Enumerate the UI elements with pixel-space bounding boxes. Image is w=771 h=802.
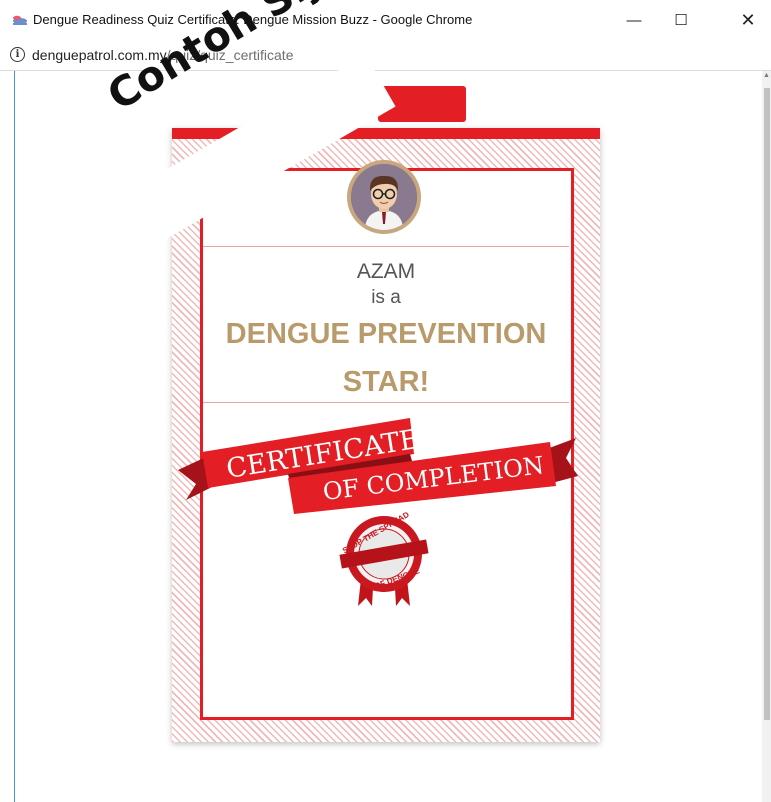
certificate-divider-top bbox=[203, 246, 569, 247]
boy-avatar-icon bbox=[351, 164, 417, 230]
mosquito-favicon-icon bbox=[13, 15, 27, 25]
scrollbar-thumb[interactable] bbox=[764, 88, 770, 720]
avatar-portrait bbox=[351, 164, 417, 230]
address-bar[interactable]: i denguepatrol.com.my/quiz/quiz_certific… bbox=[0, 40, 771, 71]
maximize-button[interactable]: ☐ bbox=[658, 6, 704, 34]
award-title-line2: STAR! bbox=[342, 366, 430, 398]
scroll-up-arrow-icon[interactable]: ▲ bbox=[762, 72, 771, 82]
site-info-icon[interactable]: i bbox=[10, 47, 25, 62]
certificate-divider-bottom bbox=[203, 402, 569, 403]
minimize-button[interactable]: — bbox=[611, 6, 657, 34]
stop-dengue-seal-icon: STOP THE SPREAD OF DENGUE bbox=[339, 512, 429, 606]
avatar bbox=[347, 160, 421, 234]
certificate-ribbon: CERTIFICATE OF COMPLETION bbox=[178, 418, 578, 514]
award-title-line1: DENGUE PREVENTION bbox=[225, 318, 547, 350]
close-button[interactable]: ✕ bbox=[725, 6, 771, 34]
window-titlebar: Dengue Readiness Quiz Certificate: Dengu… bbox=[0, 0, 771, 40]
window-left-border bbox=[14, 71, 15, 802]
recipient-name: AZAM bbox=[356, 260, 416, 283]
is-a-label: is a bbox=[371, 287, 401, 308]
